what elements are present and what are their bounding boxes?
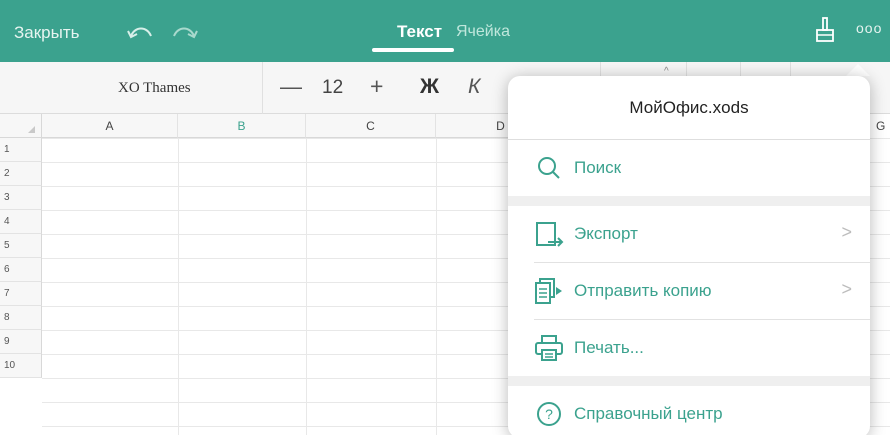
row-header[interactable]: 7 xyxy=(0,282,42,306)
close-button[interactable]: Закрыть xyxy=(14,23,79,43)
font-size-value[interactable]: 12 xyxy=(322,77,343,99)
column-header-g[interactable]: G xyxy=(876,114,885,138)
column-header-c[interactable]: C xyxy=(306,114,436,138)
bold-button[interactable]: Ж xyxy=(420,75,439,99)
menu-section-gap xyxy=(508,376,870,386)
menu-item-label: Справочный центр xyxy=(574,404,723,423)
grid-line xyxy=(436,138,437,435)
tab-text[interactable]: Текст xyxy=(397,22,442,42)
row-header[interactable]: 2 xyxy=(0,162,42,186)
svg-text:?: ? xyxy=(545,406,553,422)
menu-item-label: Печать... xyxy=(574,338,644,357)
italic-button[interactable]: К xyxy=(468,75,480,99)
menu-item-search[interactable]: Поиск xyxy=(508,140,870,196)
menu-section-gap xyxy=(508,196,870,206)
search-icon xyxy=(538,157,560,179)
file-menu-popover: МойОфис.xods Поиск Экспорт > Отправить к… xyxy=(508,76,870,435)
popover-arrow xyxy=(846,64,870,76)
help-icon: ? xyxy=(537,402,561,426)
undo-icon[interactable] xyxy=(125,22,155,42)
grid-line xyxy=(178,138,179,435)
menu-item-help-center[interactable]: ? Справочный центр xyxy=(508,386,870,435)
column-header-a[interactable]: A xyxy=(42,114,178,138)
grid-line xyxy=(306,138,307,435)
chevron-right-icon: > xyxy=(841,279,852,299)
increase-font-size-button[interactable]: + xyxy=(370,73,383,100)
menu-item-label: Поиск xyxy=(574,158,622,177)
font-name-selector[interactable]: XO Thames xyxy=(118,80,191,97)
row-header[interactable]: 10 xyxy=(0,354,42,378)
tab-cell[interactable]: Ячейка xyxy=(456,23,510,41)
menu-item-label: Экспорт xyxy=(574,224,638,243)
row-header[interactable]: 5 xyxy=(0,234,42,258)
redo-icon[interactable] xyxy=(170,22,200,42)
menu-title: МойОфис.xods xyxy=(508,76,870,140)
chevron-right-icon: > xyxy=(841,222,852,242)
menu-item-send-copy[interactable]: Отправить копию > xyxy=(508,263,870,319)
menu-item-label: Отправить копию xyxy=(574,281,712,300)
menu-item-print[interactable]: Печать... xyxy=(508,320,870,376)
row-header[interactable]: 1 xyxy=(0,138,42,162)
printer-icon xyxy=(535,335,563,361)
row-header[interactable]: 4 xyxy=(0,210,42,234)
more-icon[interactable]: ooo xyxy=(856,20,886,40)
top-toolbar: Закрыть Текст Ячейка ooo xyxy=(0,0,890,62)
active-tab-indicator xyxy=(372,48,454,52)
send-copy-icon xyxy=(535,278,562,304)
decrease-font-size-button[interactable]: — xyxy=(280,74,302,100)
select-all-corner[interactable] xyxy=(0,114,42,138)
row-header[interactable]: 8 xyxy=(0,306,42,330)
export-icon xyxy=(536,222,564,247)
column-header-b[interactable]: B xyxy=(178,114,306,138)
menu-item-export[interactable]: Экспорт > xyxy=(508,206,870,262)
format-brush-icon[interactable] xyxy=(814,16,836,44)
separator xyxy=(262,62,263,114)
row-header[interactable]: 3 xyxy=(0,186,42,210)
row-header[interactable]: 6 xyxy=(0,258,42,282)
row-header[interactable]: 9 xyxy=(0,330,42,354)
